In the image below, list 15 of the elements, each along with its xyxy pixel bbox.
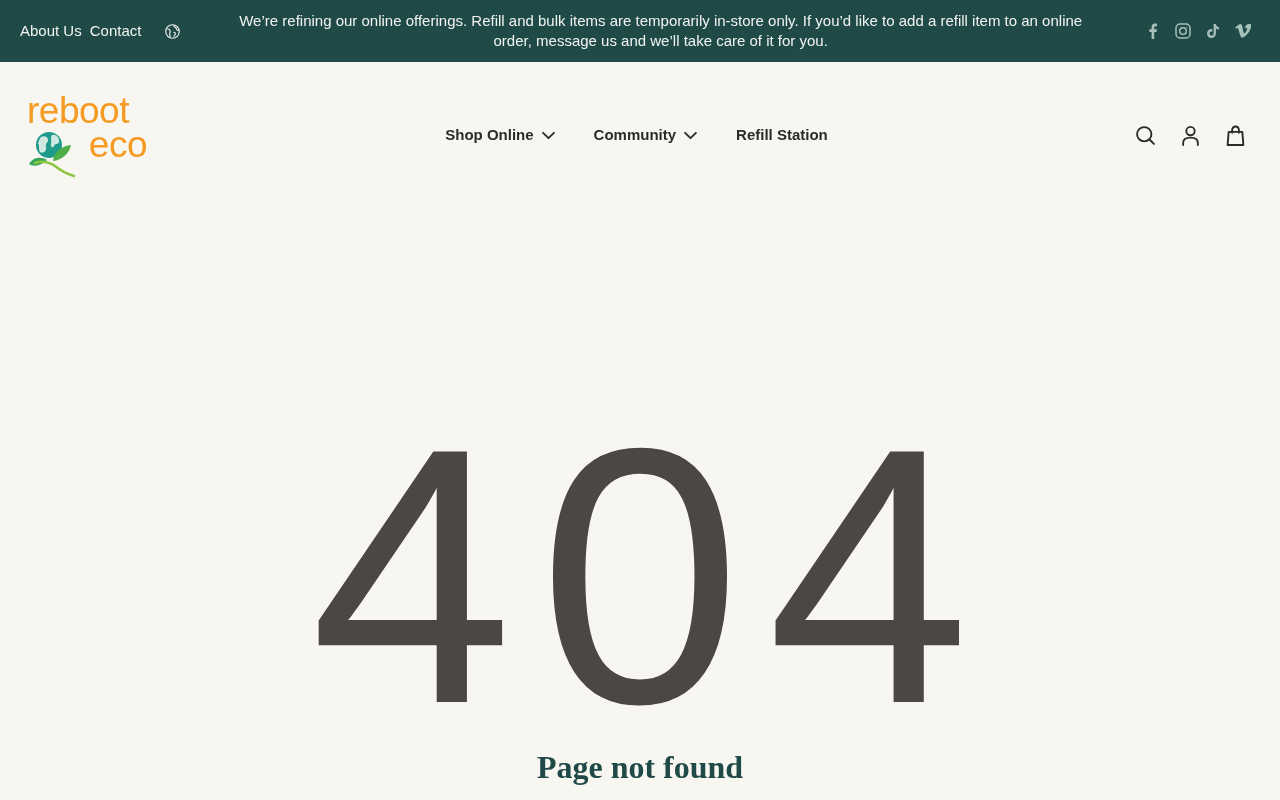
nav-link[interactable]: Community: [593, 123, 698, 147]
person-icon[interactable]: [1180, 124, 1201, 146]
page-heading: Page not found: [535, 748, 745, 787]
globe-icon[interactable]: [165, 23, 181, 39]
nav-link[interactable]: Refill Station: [736, 123, 828, 147]
top-link[interactable]: Contact: [89, 19, 142, 43]
vimeo-icon[interactable]: [1235, 23, 1251, 39]
search-icon[interactable]: [1135, 124, 1156, 146]
announcement-text: We’re refining our online offerings. Refill and bulk items are temporarily in-store only. If you’d like to add a refill item to an online order, message us and we’ll take care of it for you.: [238, 11, 1084, 51]
instagram-icon[interactable]: [1175, 23, 1191, 39]
tiktok-icon[interactable]: [1205, 23, 1221, 39]
shopping-bag-icon[interactable]: [1225, 124, 1246, 146]
error-code: 404: [309, 421, 997, 731]
nav-link[interactable]: Shop Online: [445, 123, 555, 147]
top-link[interactable]: About Us: [20, 19, 82, 43]
